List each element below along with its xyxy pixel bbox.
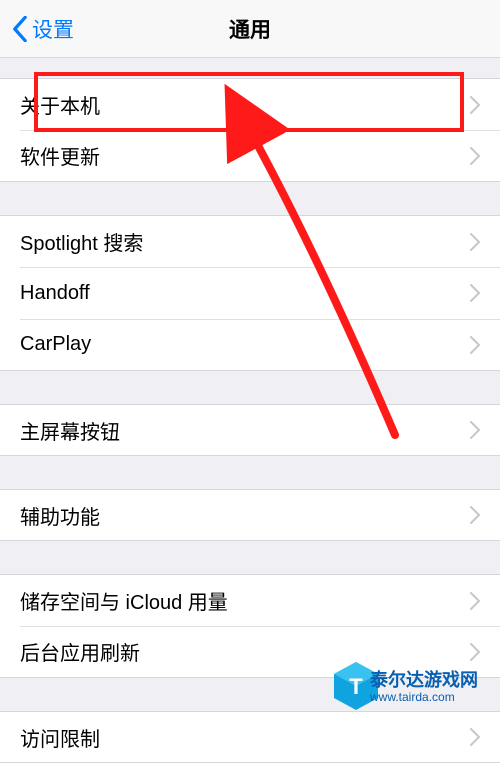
chevron-right-icon [470, 643, 480, 661]
settings-row-label: 主屏幕按钮 [20, 416, 470, 445]
chevron-right-icon [470, 506, 480, 524]
settings-row-label: Spotlight 搜索 [20, 227, 470, 256]
settings-row-label: 辅助功能 [20, 501, 470, 530]
settings-row-spotlight-搜索[interactable]: Spotlight 搜索 [0, 215, 500, 267]
settings-row-主屏幕按钮[interactable]: 主屏幕按钮 [0, 404, 500, 456]
settings-group: Spotlight 搜索 Handoff CarPlay [0, 215, 500, 371]
settings-row-后台应用刷新[interactable]: 后台应用刷新 [0, 626, 500, 678]
settings-row-label: Handoff [20, 282, 470, 305]
chevron-right-icon [470, 592, 480, 610]
settings-row-label: 关于本机 [20, 90, 470, 119]
settings-row-label: 后台应用刷新 [20, 637, 470, 666]
chevron-right-icon [470, 147, 480, 165]
settings-row-carplay[interactable]: CarPlay [0, 319, 500, 371]
settings-group: 辅助功能 [0, 489, 500, 541]
settings-row-储存空间与-icloud-用量[interactable]: 储存空间与 iCloud 用量 [0, 574, 500, 626]
chevron-left-icon [12, 16, 28, 42]
settings-group: 访问限制 [0, 711, 500, 763]
settings-group: 储存空间与 iCloud 用量后台应用刷新 [0, 574, 500, 678]
settings-row-label: 储存空间与 iCloud 用量 [20, 586, 470, 615]
chevron-right-icon [470, 233, 480, 251]
settings-row-访问限制[interactable]: 访问限制 [0, 711, 500, 763]
settings-group: 关于本机软件更新 [0, 78, 500, 182]
navbar: 设置 通用 [0, 0, 500, 58]
back-button[interactable]: 设置 [0, 14, 74, 44]
settings-group: 主屏幕按钮 [0, 404, 500, 456]
settings-row-label: 软件更新 [20, 141, 470, 170]
chevron-right-icon [470, 336, 480, 354]
chevron-right-icon [470, 421, 480, 439]
settings-row-handoff[interactable]: Handoff [0, 267, 500, 319]
page-title: 通用 [0, 14, 500, 44]
settings-row-辅助功能[interactable]: 辅助功能 [0, 489, 500, 541]
chevron-right-icon [470, 284, 480, 302]
settings-row-label: 访问限制 [20, 723, 470, 752]
back-label: 设置 [32, 14, 74, 44]
settings-row-label: CarPlay [20, 333, 470, 356]
settings-general-screen: 设置 通用 关于本机软件更新 Spotlight 搜索 Handoff CarPlay… [0, 0, 500, 714]
settings-row-关于本机[interactable]: 关于本机 [0, 78, 500, 130]
settings-row-软件更新[interactable]: 软件更新 [0, 130, 500, 182]
chevron-right-icon [470, 728, 480, 746]
chevron-right-icon [470, 96, 480, 114]
